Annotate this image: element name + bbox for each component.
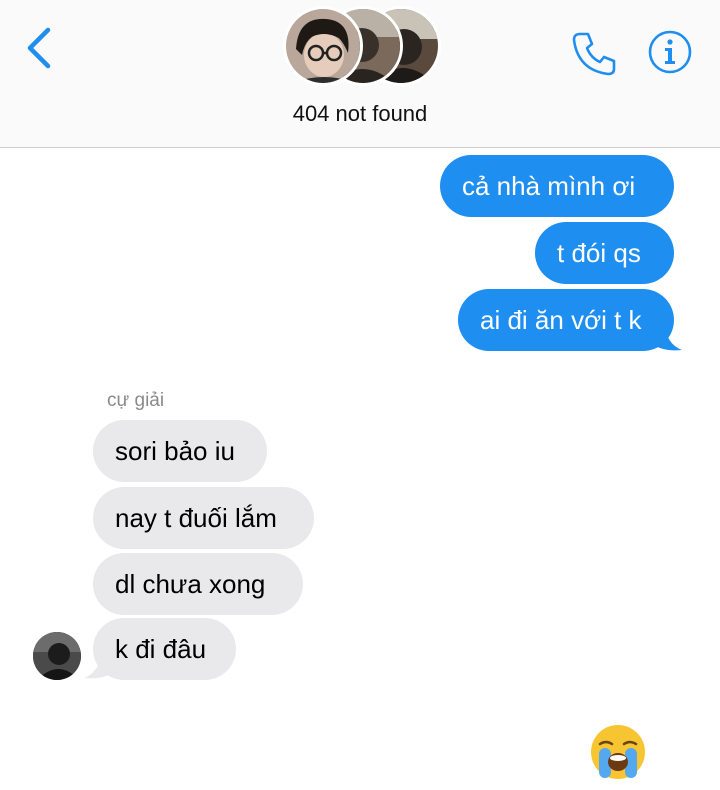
message-text: sori bảo iu <box>115 436 235 466</box>
message-text: cả nhà mình ơi <box>462 171 636 201</box>
member-avatar-1 <box>283 6 363 86</box>
info-icon <box>648 30 692 74</box>
message-text: k đi đâu <box>115 634 207 664</box>
group-avatar-stack[interactable] <box>283 6 443 86</box>
sender-name: cự giải <box>107 390 165 411</box>
message-text: t đói qs <box>557 238 641 268</box>
incoming-message[interactable]: nay t đuối lắm <box>93 487 314 549</box>
message-text: dl chưa xong <box>115 569 266 599</box>
chevron-left-icon <box>27 27 51 69</box>
sender-avatar[interactable] <box>33 632 81 680</box>
outgoing-message[interactable]: cả nhà mình ơi <box>440 155 674 217</box>
loudly-crying-face-icon <box>591 725 645 779</box>
reaction-emoji[interactable] <box>588 722 648 782</box>
message-text: nay t đuối lắm <box>115 503 277 533</box>
incoming-message[interactable]: dl chưa xong <box>93 553 303 615</box>
outgoing-message[interactable]: ai đi ăn với t k <box>458 289 674 351</box>
back-button[interactable] <box>18 26 62 70</box>
info-button[interactable] <box>646 28 694 76</box>
conversation-header: 404 not found <box>0 0 720 148</box>
phone-icon <box>572 32 616 76</box>
outgoing-bubble-tail <box>650 322 682 351</box>
message-text: ai đi ăn với t k <box>480 305 642 335</box>
call-button[interactable] <box>570 28 620 78</box>
incoming-bubble-tail <box>84 650 116 679</box>
incoming-message[interactable]: sori bảo iu <box>93 420 267 482</box>
outgoing-message[interactable]: t đói qs <box>535 222 674 284</box>
group-name[interactable]: 404 not found <box>0 101 720 127</box>
